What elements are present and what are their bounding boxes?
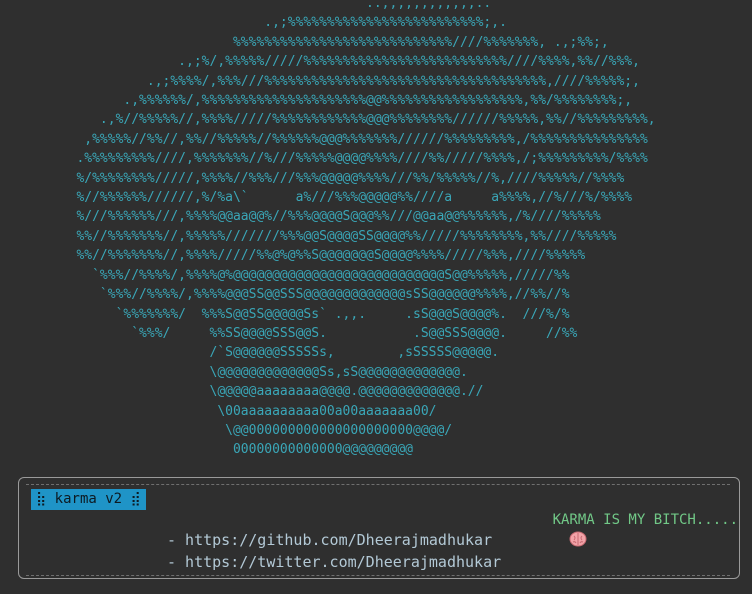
- twitter-link[interactable]: - https://twitter.com/Dheerajmadhukar: [167, 551, 501, 573]
- info-box-bottom-border: [26, 575, 730, 576]
- terminal-window: ..,,,,,,,,,,,,.. .,;%%%%%%%%%%%%%%%%%%%%…: [0, 0, 752, 585]
- github-link[interactable]: - https://github.com/Dheerajmadhukar: [167, 529, 501, 551]
- slogan: KARMA IS MY BITCH.....: [519, 489, 738, 547]
- info-box-top-border: [26, 484, 730, 485]
- slogan-text: KARMA IS MY BITCH.....: [552, 512, 738, 528]
- ascii-art-banner: ..,,,,,,,,,,,,.. .,;%%%%%%%%%%%%%%%%%%%%…: [76, 0, 656, 458]
- social-links: - https://github.com/Dheerajmadhukar - h…: [167, 529, 501, 573]
- version-badge: ⣷ karma v2 ⣾: [31, 489, 146, 510]
